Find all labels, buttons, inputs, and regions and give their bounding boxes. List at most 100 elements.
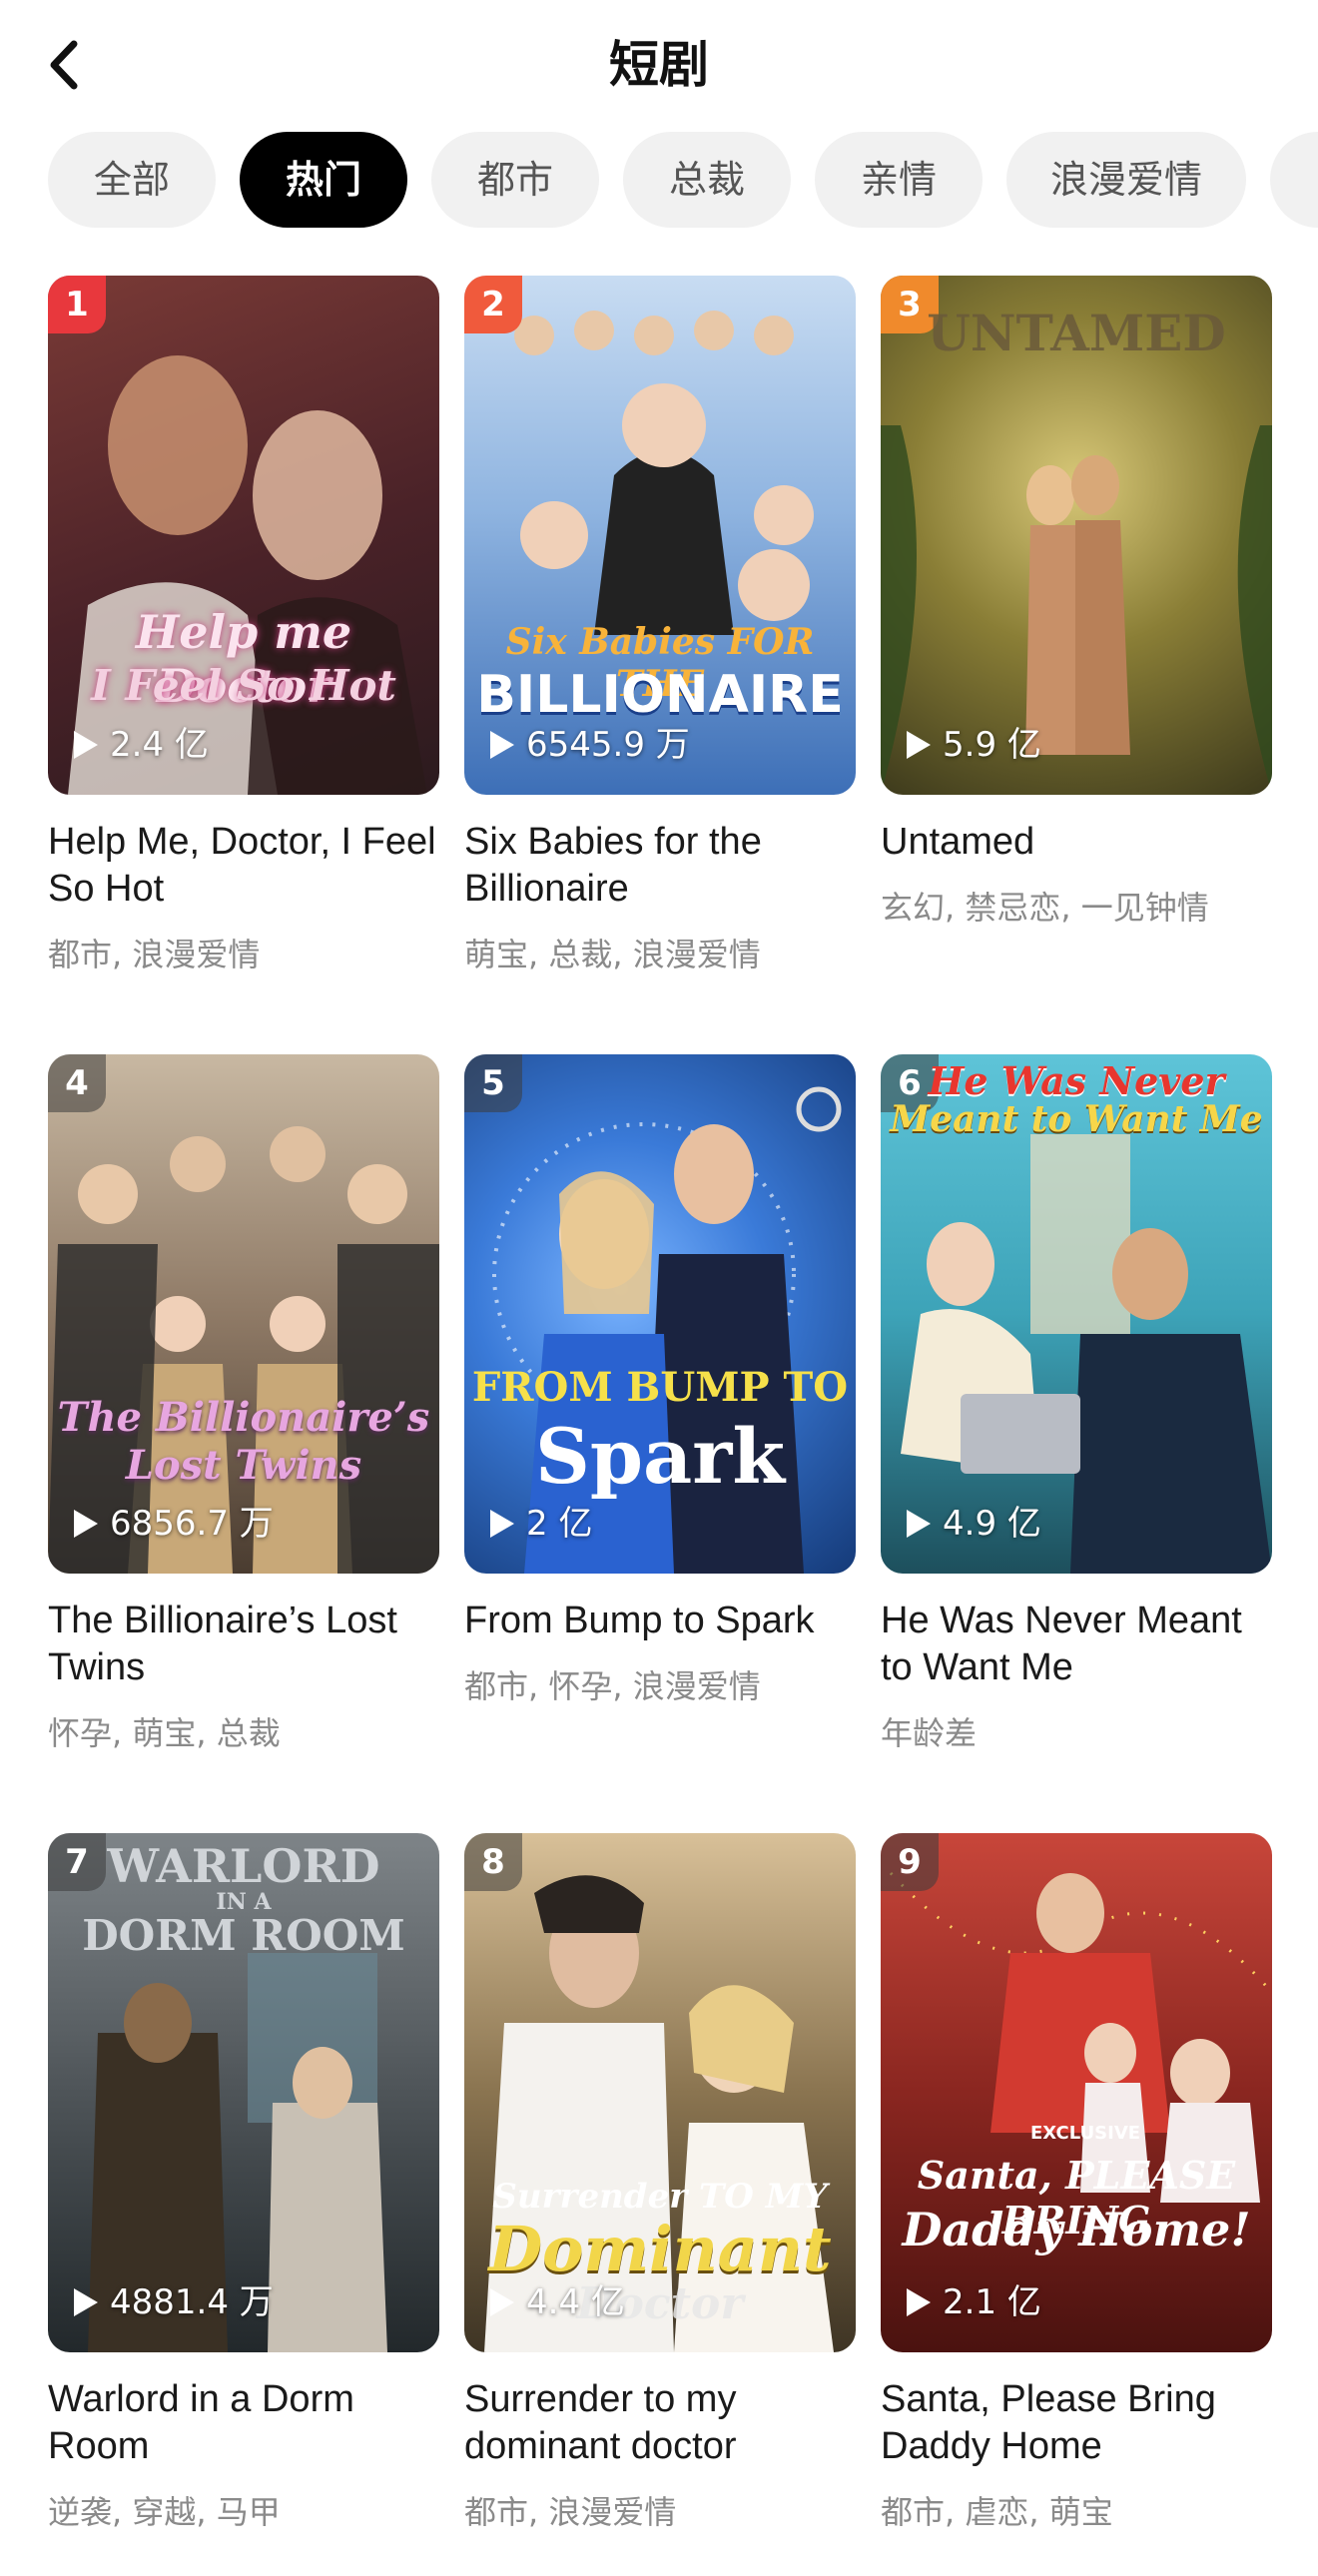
tab-label: 热门 — [285, 158, 361, 202]
poster-title-line: Meant to Want Me — [890, 1098, 1263, 1140]
tab-family[interactable]: 亲情 — [815, 132, 983, 228]
rank-badge: 5 — [464, 1054, 522, 1112]
drama-title[interactable]: Warlord in a Dorm Room — [48, 2376, 439, 2470]
rank-badge: 9 — [881, 1833, 939, 1891]
poster-title-line: FROM BUMP TO — [471, 1364, 849, 1411]
poster-title-line: Spark — [535, 1412, 785, 1501]
drama-poster[interactable]: 2 Six Babies FOR THE BILLIONAIRE 6545.9 … — [464, 276, 856, 795]
view-count-text: 6856.7 万 — [110, 1504, 274, 1544]
drama-tags: 都市, 浪漫爱情 — [464, 2493, 677, 2531]
drama-poster[interactable]: 4 The Billionaire’s Lost Twins 6856.7 万 — [48, 1054, 439, 1574]
drama-poster[interactable]: 1 Help me Doctor I Feel So Hot 2.4 亿 — [48, 276, 439, 795]
view-count-text: 6545.9 万 — [526, 725, 690, 765]
drama-tags: 逆袭, 穿越, 马甲 — [48, 2493, 281, 2531]
header: 短剧 — [0, 0, 1318, 130]
play-icon — [74, 2288, 98, 2316]
drama-title[interactable]: Help Me, Doctor, I Feel So Hot — [48, 819, 439, 913]
poster-title-line: DORM ROOM — [82, 1911, 405, 1960]
poster-title-line: Dominant — [488, 2213, 832, 2285]
tab-hot[interactable]: 热门 — [240, 132, 407, 228]
drama-tags: 都市, 浪漫爱情 — [48, 936, 261, 973]
play-icon — [490, 1510, 514, 1538]
view-count: 4.9 亿 — [907, 1504, 1041, 1544]
view-count: 2.1 亿 — [907, 2282, 1041, 2322]
view-count-text: 2.4 亿 — [110, 725, 209, 765]
view-count: 6545.9 万 — [490, 725, 690, 765]
drama-card[interactable]: 9 EXCLUSIVE Santa, PLEASE BRING Daddy Ho… — [881, 1833, 1272, 2532]
play-icon — [490, 731, 514, 759]
drama-poster[interactable]: 3 UNTAMED 5.9 亿 — [881, 276, 1272, 795]
view-count-text: 2 亿 — [526, 1504, 593, 1544]
drama-poster[interactable]: 5 FROM BUMP TO Spark 2 亿 — [464, 1054, 856, 1574]
tab-romance[interactable]: 浪漫爱情 — [1006, 132, 1246, 228]
play-icon — [907, 731, 931, 759]
view-count: 4881.4 万 — [74, 2282, 274, 2322]
tab-label: 亲情 — [860, 158, 937, 202]
poster-title-line: WARLORD — [107, 1839, 380, 1893]
drama-title[interactable]: He Was Never Meant to Want Me — [881, 1598, 1272, 1691]
view-count: 2.4 亿 — [74, 725, 209, 765]
drama-card[interactable]: 3 UNTAMED 5.9 亿 Untamed 玄幻, 禁忌恋, 一见钟情 — [881, 276, 1272, 928]
tab-label: 浪漫爱情 — [1049, 158, 1202, 202]
tab-city[interactable]: 都市 — [431, 132, 599, 228]
drama-tags: 年龄差 — [881, 1714, 978, 1752]
drama-poster[interactable]: 9 EXCLUSIVE Santa, PLEASE BRING Daddy Ho… — [881, 1833, 1272, 2352]
play-icon — [74, 1510, 98, 1538]
drama-tags: 怀孕, 萌宝, 总裁 — [48, 1714, 281, 1752]
play-icon — [490, 2288, 514, 2316]
drama-card[interactable]: 1 Help me Doctor I Feel So Hot 2.4 亿 Hel… — [48, 276, 439, 974]
poster-badge-text: EXCLUSIVE — [1030, 2123, 1141, 2144]
drama-card[interactable]: 6 He Was Never Meant to Want Me 4.9 亿 He… — [881, 1054, 1272, 1753]
page-title: 短剧 — [609, 36, 709, 94]
view-count-text: 2.1 亿 — [943, 2282, 1041, 2322]
view-count: 6856.7 万 — [74, 1504, 274, 1544]
poster-title-line: Lost Twins — [125, 1442, 362, 1489]
drama-card[interactable]: 5 FROM BUMP TO Spark 2 亿 From Bump to Sp… — [464, 1054, 856, 1706]
tab-ceo[interactable]: 总裁 — [623, 132, 791, 228]
drama-tags: 都市, 怀孕, 浪漫爱情 — [464, 1667, 761, 1705]
drama-card[interactable]: 7 WARLORD IN A DORM ROOM 4881.4 万 Warlor… — [48, 1833, 439, 2532]
play-icon — [907, 1510, 931, 1538]
drama-poster[interactable]: 7 WARLORD IN A DORM ROOM 4881.4 万 — [48, 1833, 439, 2352]
play-icon — [907, 2288, 931, 2316]
poster-title-line: BILLIONAIRE — [476, 665, 844, 725]
drama-title[interactable]: Six Babies for the Billionaire — [464, 819, 856, 913]
drama-title[interactable]: Surrender to my dominant doctor — [464, 2376, 856, 2470]
poster-title-line: UNTAMED — [927, 304, 1226, 362]
view-count: 5.9 亿 — [907, 725, 1041, 765]
view-count-text: 4.9 亿 — [943, 1504, 1041, 1544]
poster-figures — [48, 1126, 439, 1574]
drama-card[interactable]: 2 Six Babies FOR THE BILLIONAIRE 6545.9 … — [464, 276, 856, 974]
rank-badge: 4 — [48, 1054, 106, 1112]
poster-figures — [68, 355, 427, 795]
poster-title-line: He Was Never — [928, 1058, 1225, 1103]
tab-all[interactable]: 全部 — [48, 132, 216, 228]
view-count-text: 5.9 亿 — [943, 725, 1041, 765]
view-count-text: 4881.4 万 — [110, 2282, 274, 2322]
rank-badge: 8 — [464, 1833, 522, 1891]
poster-title-line: Surrender TO MY — [492, 2177, 828, 2217]
tab-label: 都市 — [476, 158, 553, 202]
poster-title-line: The Billionaire’s — [57, 1394, 430, 1441]
drama-poster[interactable]: 8 Surrender TO MY Dominant Doctor 4.4 亿 — [464, 1833, 856, 2352]
drama-tags: 玄幻, 禁忌恋, 一见钟情 — [881, 889, 1209, 927]
view-count-text: 4.4 亿 — [526, 2282, 625, 2322]
tab-more-partial[interactable] — [1270, 132, 1318, 228]
tab-label: 总裁 — [668, 158, 745, 202]
drama-poster[interactable]: 6 He Was Never Meant to Want Me 4.9 亿 — [881, 1054, 1272, 1574]
drama-title[interactable]: Santa, Please Bring Daddy Home — [881, 2376, 1272, 2470]
drama-card[interactable]: 8 Surrender TO MY Dominant Doctor 4.4 亿 … — [464, 1833, 856, 2532]
play-icon — [74, 731, 98, 759]
rank-badge: 2 — [464, 276, 522, 333]
drama-card[interactable]: 4 The Billionaire’s Lost Twins 6856.7 万 … — [48, 1054, 439, 1753]
poster-title-line: I Feel So Hot — [91, 661, 396, 710]
view-count: 2 亿 — [490, 1504, 592, 1544]
tab-label: 全部 — [93, 158, 170, 202]
drama-title[interactable]: Untamed — [881, 819, 1272, 866]
drama-title[interactable]: From Bump to Spark — [464, 1598, 856, 1644]
view-count: 4.4 亿 — [490, 2282, 625, 2322]
drama-title[interactable]: The Billionaire’s Lost Twins — [48, 1598, 439, 1691]
drama-tags: 萌宝, 总裁, 浪漫爱情 — [464, 936, 761, 973]
drama-tags: 都市, 虐恋, 萌宝 — [881, 2493, 1113, 2531]
poster-figures — [889, 1871, 1272, 2203]
